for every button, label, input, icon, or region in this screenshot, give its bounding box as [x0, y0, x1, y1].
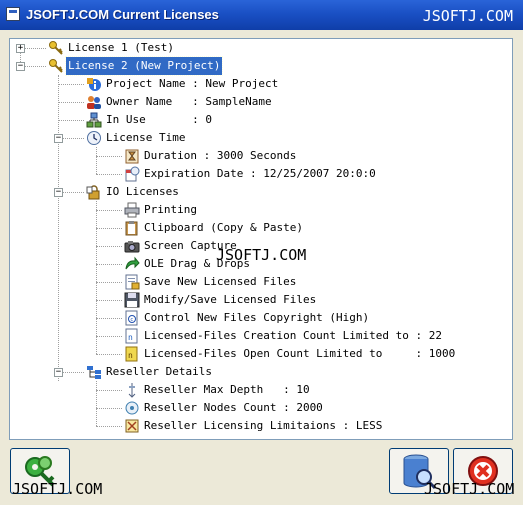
tree-node-label: Licensed-Files Creation Count Limited to… [144, 329, 443, 342]
document-open-icon: n [125, 346, 138, 362]
tree-node-label: Project Name : New Project [106, 77, 279, 90]
app-icon [6, 7, 20, 21]
save-file-icon [125, 274, 140, 290]
collapse-button[interactable]: − [54, 188, 63, 197]
key-icon [49, 59, 63, 73]
org-chart-icon [87, 366, 101, 379]
calendar-clock-icon [125, 166, 140, 182]
tree-node-label: IO Licenses [106, 185, 179, 198]
drag-arrow-icon [125, 256, 140, 270]
watermark: JSOFTJ.COM [424, 480, 515, 498]
key-icon [49, 41, 63, 55]
tree-node-label: License 1 (Test) [68, 41, 174, 54]
info-icon [87, 78, 101, 91]
tree-node-label: Printing [144, 203, 197, 216]
padlock-icon [86, 185, 100, 200]
license-tree[interactable]: + − − − − License 1 (Test) License 2 (Ne… [10, 39, 512, 439]
network-icon [86, 112, 102, 128]
tree-node-label: Reseller Details [106, 365, 212, 378]
tree-node-label: Reseller Max Depth : 10 [144, 383, 310, 396]
title-bar: JSOFTJ.COM Current Licenses JSOFTJ.COM [0, 0, 523, 30]
tree-node-label: Licensed-Files Open Count Limited to : 1… [144, 347, 456, 360]
nodes-icon [125, 401, 139, 415]
tree-node-label: Clipboard (Copy & Paste) [144, 221, 303, 234]
svg-text:c: c [130, 317, 133, 323]
tree-node-label: Expiration Date : 12/25/2007 20:0:0 [144, 167, 376, 180]
tree-node-label: Reseller Nodes Count : 2000 [144, 401, 323, 414]
collapse-button[interactable]: − [16, 62, 25, 71]
window-title: JSOFTJ.COM Current Licenses [26, 7, 219, 22]
tree-node-label: Reseller Licensing Limitaions : LESS [144, 419, 383, 432]
expand-button[interactable]: + [16, 44, 25, 53]
tree-node-label: Duration : 3000 Seconds [144, 149, 297, 162]
collapse-button[interactable]: − [54, 134, 63, 143]
watermark: JSOFTJ.COM [422, 7, 513, 25]
tree-node-label: In Use : 0 [106, 113, 212, 126]
collapse-button[interactable]: − [54, 368, 63, 377]
watermark: JSOFTJ.COM [12, 480, 103, 498]
document-count-icon: n [125, 328, 138, 344]
clipboard-icon [125, 221, 138, 236]
tree-node-label: Owner Name : SampleName [106, 95, 272, 108]
tree-node-label: License 2 (New Project) [64, 56, 224, 76]
tree-node-label: Control New Files Copyright (High) [144, 311, 370, 324]
printer-icon [124, 202, 140, 218]
camera-icon [124, 241, 140, 253]
hourglass-icon [125, 149, 139, 164]
limit-icon [125, 419, 139, 433]
watermark: JSOFTJ.COM [216, 246, 307, 264]
document-copyright-icon: c [125, 310, 138, 326]
svg-text:n: n [128, 351, 133, 360]
tree-node-label: Save New Licensed Files [144, 275, 297, 288]
tree-node-label: Modify/Save Licensed Files [144, 293, 317, 306]
floppy-icon [124, 292, 140, 308]
users-icon [87, 96, 101, 109]
svg-text:n: n [128, 333, 133, 342]
depth-icon [128, 383, 136, 398]
clock-icon [87, 131, 101, 145]
license-tree-panel[interactable]: + − − − − License 1 (Test) License 2 (Ne… [9, 38, 513, 440]
tree-node-label: License Time [106, 131, 186, 144]
